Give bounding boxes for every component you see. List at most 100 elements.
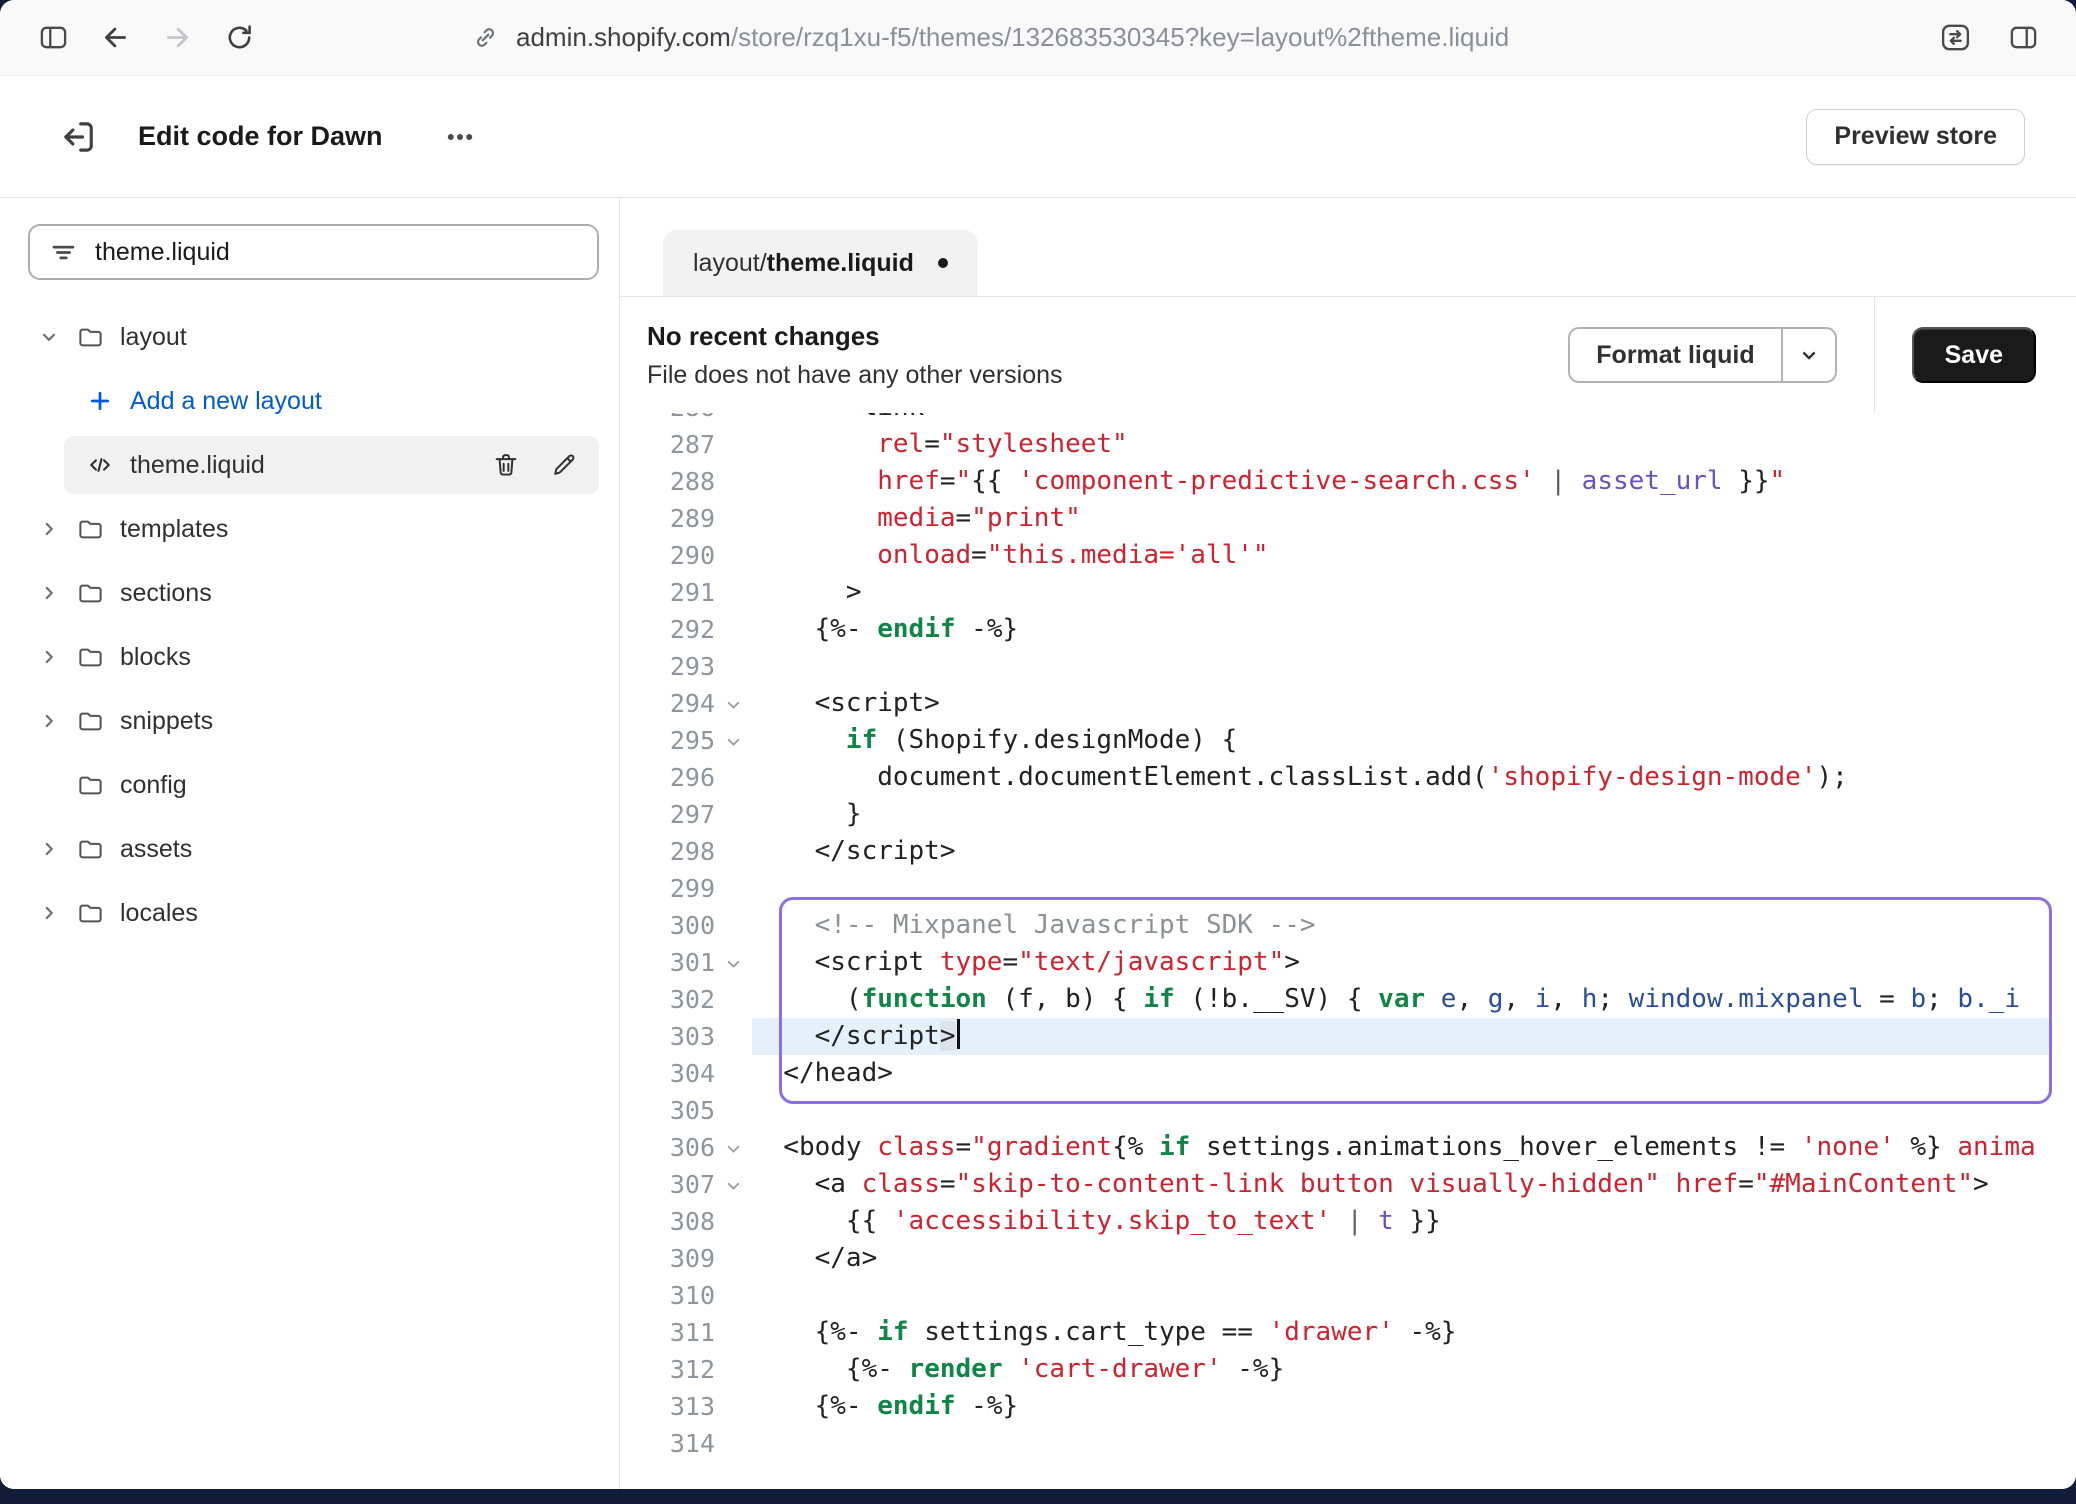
code-text[interactable]: }	[752, 796, 2076, 833]
code-line-296[interactable]: 296 document.documentElement.classList.a…	[620, 759, 2076, 796]
code-line-309[interactable]: 309 </a>	[620, 1240, 2076, 1277]
rename-file-button[interactable]	[549, 450, 579, 480]
code-line-310[interactable]: 310	[620, 1277, 2076, 1314]
forward-button-icon[interactable]	[160, 21, 194, 55]
reload-icon[interactable]	[222, 21, 256, 55]
tree-item-snippets[interactable]: snippets	[0, 692, 619, 750]
code-text[interactable]: {%- render 'cart-drawer' -%}	[752, 1351, 2076, 1388]
code-line-313[interactable]: 313 {%- endif -%}	[620, 1388, 2076, 1425]
right-sidebar-toggle-icon[interactable]	[2006, 21, 2040, 55]
format-liquid-button[interactable]: Format liquid	[1568, 327, 1836, 383]
fold-toggle-icon[interactable]	[715, 952, 752, 973]
code-line-305[interactable]: 305	[620, 1092, 2076, 1129]
code-text[interactable]: {%- endif -%}	[752, 611, 2076, 648]
fold-toggle-icon[interactable]	[715, 730, 752, 751]
save-button[interactable]: Save	[1912, 327, 2036, 383]
code-text[interactable]: onload="this.media='all'"	[752, 537, 2076, 574]
code-line-300[interactable]: 300 <!-- Mixpanel Javascript SDK -->	[620, 907, 2076, 944]
code-line-306[interactable]: 306 <body class="gradient{% if settings.…	[620, 1129, 2076, 1166]
code-line-288[interactable]: 288 href="{{ 'component-predictive-searc…	[620, 463, 2076, 500]
code-text[interactable]: >	[752, 574, 2076, 611]
code-text[interactable]	[752, 648, 2076, 685]
code-text[interactable]: </a>	[752, 1240, 2076, 1277]
code-text[interactable]: </script>	[752, 833, 2076, 870]
sidebar-toggle-icon[interactable]	[36, 21, 70, 55]
code-text[interactable]: rel="stylesheet"	[752, 426, 2076, 463]
chevron-right-icon[interactable]	[38, 520, 60, 538]
address-bar[interactable]: admin.shopify.com/store/rzq1xu-f5/themes…	[468, 21, 1509, 55]
tree-item-layout[interactable]: layout	[0, 308, 619, 366]
code-text[interactable]: <body class="gradient{% if settings.anim…	[752, 1129, 2076, 1166]
tree-item-sections[interactable]: sections	[0, 564, 619, 622]
code-text[interactable]: <a class="skip-to-content-link button vi…	[752, 1166, 2076, 1203]
tree-item-blocks[interactable]: blocks	[0, 628, 619, 686]
tree-item-locales[interactable]: locales	[0, 884, 619, 942]
preview-store-button[interactable]: Preview store	[1806, 109, 2025, 165]
code-line-299[interactable]: 299	[620, 870, 2076, 907]
code-text[interactable]: </script>	[752, 1018, 2052, 1055]
code-text[interactable]	[752, 1277, 2076, 1314]
chevron-right-icon[interactable]	[38, 584, 60, 602]
code-line-304[interactable]: 304 </head>	[620, 1055, 2076, 1092]
code-text[interactable]: {{ 'accessibility.skip_to_text' | t }}	[752, 1203, 2076, 1240]
code-line-302[interactable]: 302 (function (f, b) { if (!b.__SV) { va…	[620, 981, 2076, 1018]
fold-toggle-icon[interactable]	[715, 693, 752, 714]
code-line-293[interactable]: 293	[620, 648, 2076, 685]
code-text[interactable]: document.documentElement.classList.add('…	[752, 759, 2076, 796]
code-line-312[interactable]: 312 {%- render 'cart-drawer' -%}	[620, 1351, 2076, 1388]
code-line-289[interactable]: 289 media="print"	[620, 500, 2076, 537]
code-text[interactable]: {%- endif -%}	[752, 1388, 2076, 1425]
format-liquid-label[interactable]: Format liquid	[1570, 329, 1780, 381]
tree-item-theme-liquid[interactable]: theme.liquid	[64, 436, 599, 494]
code-text[interactable]: media="print"	[752, 500, 2076, 537]
code-line-290[interactable]: 290 onload="this.media='all'"	[620, 537, 2076, 574]
code-line-307[interactable]: 307 <a class="skip-to-content-link butto…	[620, 1166, 2076, 1203]
search-input[interactable]	[95, 238, 577, 267]
code-line-311[interactable]: 311 {%- if settings.cart_type == 'drawer…	[620, 1314, 2076, 1351]
code-text[interactable]: if (Shopify.designMode) {	[752, 722, 2076, 759]
code-line-291[interactable]: 291 >	[620, 574, 2076, 611]
code-text[interactable]	[752, 1092, 2076, 1129]
code-text[interactable]	[752, 1425, 2076, 1462]
code-line-294[interactable]: 294 <script>	[620, 685, 2076, 722]
code-line-297[interactable]: 297 }	[620, 796, 2076, 833]
code-text[interactable]: {%- if settings.cart_type == 'drawer' -%…	[752, 1314, 2076, 1351]
code-text[interactable]: <script type="text/javascript">	[752, 944, 2076, 981]
code-text[interactable]: href="{{ 'component-predictive-search.cs…	[752, 463, 2076, 500]
tab-theme-liquid[interactable]: layout/theme.liquid	[663, 230, 978, 296]
back-button-icon[interactable]	[98, 21, 132, 55]
code-line-292[interactable]: 292 {%- endif -%}	[620, 611, 2076, 648]
code-text[interactable]: <!-- Mixpanel Javascript SDK -->	[752, 907, 2076, 944]
tree-item-add-new-layout[interactable]: Add a new layout	[0, 372, 619, 430]
code-line-308[interactable]: 308 {{ 'accessibility.skip_to_text' | t …	[620, 1203, 2076, 1240]
code-line-314[interactable]: 314	[620, 1425, 2076, 1462]
fold-toggle-icon[interactable]	[715, 1174, 752, 1195]
code-line-286[interactable]: 286 <link	[620, 413, 2076, 426]
code-line-298[interactable]: 298 </script>	[620, 833, 2076, 870]
code-line-295[interactable]: 295 if (Shopify.designMode) {	[620, 722, 2076, 759]
chevron-down-icon[interactable]	[38, 328, 60, 346]
tree-item-assets[interactable]: assets	[0, 820, 619, 878]
code-lines[interactable]: 286 <link287 rel="stylesheet"288 href="{…	[620, 413, 2076, 1462]
chevron-right-icon[interactable]	[38, 840, 60, 858]
format-liquid-caret[interactable]	[1781, 329, 1835, 381]
extensions-icon[interactable]	[1938, 21, 1972, 55]
code-line-287[interactable]: 287 rel="stylesheet"	[620, 426, 2076, 463]
delete-file-button[interactable]	[491, 450, 521, 480]
exit-button[interactable]	[56, 114, 102, 160]
code-line-303[interactable]: 303 </script>	[620, 1018, 2076, 1055]
code-line-301[interactable]: 301 <script type="text/javascript">	[620, 944, 2076, 981]
fold-toggle-icon[interactable]	[715, 1137, 752, 1158]
code-text[interactable]	[752, 870, 2076, 907]
code-text[interactable]: </head>	[752, 1055, 2076, 1092]
tree-item-config[interactable]: config	[0, 756, 619, 814]
chevron-right-icon[interactable]	[38, 904, 60, 922]
tree-item-templates[interactable]: templates	[0, 500, 619, 558]
code-text[interactable]: <link	[752, 413, 2076, 426]
chevron-right-icon[interactable]	[38, 712, 60, 730]
file-search-box[interactable]	[28, 224, 599, 280]
code-text[interactable]: (function (f, b) { if (!b.__SV) { var e,…	[752, 981, 2076, 1018]
chevron-right-icon[interactable]	[38, 648, 60, 666]
more-actions-button[interactable]	[435, 117, 485, 157]
code-text[interactable]: <script>	[752, 685, 2076, 722]
